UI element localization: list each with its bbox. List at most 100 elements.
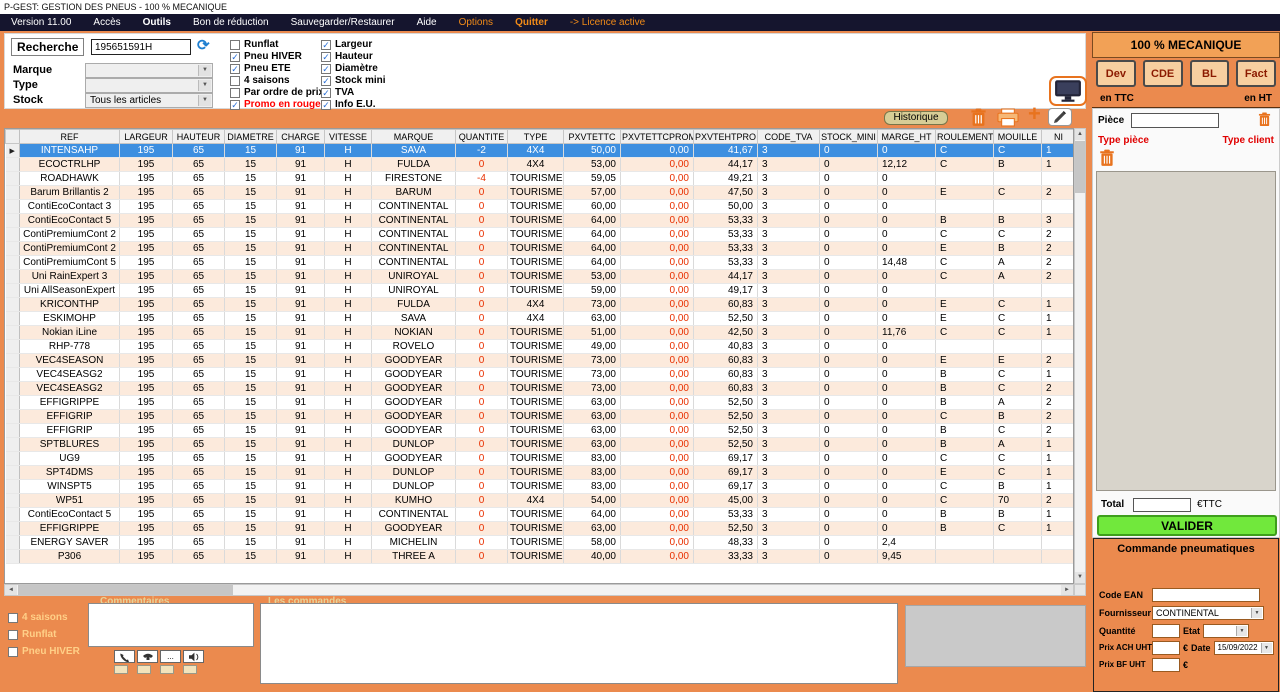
phone-value-input-2[interactable]	[137, 665, 151, 674]
grid-row[interactable]: EFFIGRIPPE195651591HGOODYEAR0TOURISMES63…	[6, 396, 1075, 410]
lines-trash-icon[interactable]	[1099, 149, 1115, 170]
speaker-icon[interactable]	[183, 650, 204, 663]
piece-trash-icon[interactable]	[1258, 112, 1271, 130]
grid-row[interactable]: EFFIGRIP195651591HGOODYEAR0TOURISMES63,0…	[6, 410, 1075, 424]
grid-row[interactable]: P306195651591HTHREE A0TOURISMES40,000,00…	[6, 550, 1075, 564]
phone-value-input-3[interactable]	[160, 665, 174, 674]
grid-column-header-marque[interactable]: MARQUE	[372, 130, 456, 144]
grid-column-header-stock-mini[interactable]: STOCK_MINI	[820, 130, 878, 144]
etat-select[interactable]: ▼	[1203, 624, 1249, 638]
piece-input[interactable]	[1131, 113, 1219, 128]
vertical-scrollbar[interactable]: ▲ ▼	[1074, 128, 1086, 584]
phone-handset-icon[interactable]	[114, 650, 135, 663]
grid-row[interactable]: RHP-778195651591HROVELO0TOURISMES49,000,…	[6, 340, 1075, 354]
scroll-up-button[interactable]: ▲	[1075, 129, 1085, 140]
grid-column-header-charge[interactable]: CHARGE	[277, 130, 325, 144]
menu-item-options[interactable]: Options	[448, 17, 504, 28]
edit-pencil-icon[interactable]	[1048, 108, 1072, 126]
prix-ach-input[interactable]	[1152, 641, 1180, 655]
grid-row[interactable]: ContiEcoContact 5195651591HCONTINENTAL0T…	[6, 508, 1075, 522]
grid-row[interactable]: UG9195651591HGOODYEAR0TOURISMES83,000,00…	[6, 452, 1075, 466]
grid-row[interactable]: EFFIGRIP195651591HGOODYEAR0TOURISMES63,0…	[6, 424, 1075, 438]
grid-row[interactable]: WINSPT5195651591HDUNLOP0TOURISMES83,000,…	[6, 480, 1075, 494]
type-select[interactable]: ▼	[85, 78, 213, 93]
fact-button[interactable]: Fact	[1236, 60, 1276, 87]
grid-row[interactable]: Uni AllSeasonExpert195651591HUNIROYAL0TO…	[6, 284, 1075, 298]
grid-row[interactable]: KRICONTHP195651591HFULDA04X473,000,0060,…	[6, 298, 1075, 312]
menu-item-version-11-00[interactable]: Version 11.00	[0, 17, 82, 28]
grid-row[interactable]: ROADHAWK195651591HFIRESTONE-4TOURISMES59…	[6, 172, 1075, 186]
checkbox-promo-en-rouge[interactable]: ✓Promo en rouge	[230, 99, 324, 110]
scroll-left-button[interactable]: ◄	[5, 585, 17, 595]
grid-row[interactable]: ContiEcoContact 3195651591HCONTINENTAL0T…	[6, 200, 1075, 214]
grid-row[interactable]: EFFIGRIPPE195651591HGOODYEAR0TOURISMES63…	[6, 522, 1075, 536]
code-ean-input[interactable]	[1152, 588, 1260, 602]
checkbox-diam-tre[interactable]: ✓Diamètre	[321, 63, 386, 74]
search-input[interactable]	[91, 39, 191, 55]
grid-row[interactable]: ▶INTENSAHP195651591HSAVA-24X450,000,0041…	[6, 144, 1075, 158]
checkbox-tva[interactable]: ✓TVA	[321, 87, 386, 98]
grid-column-header-roulement[interactable]: ROULEMENT	[936, 130, 994, 144]
grid-column-header-quantite[interactable]: QUANTITE	[456, 130, 508, 144]
menu-item-sauvegarder-restaurer[interactable]: Sauvegarder/Restaurer	[280, 17, 406, 28]
phone-ring-icon[interactable]	[137, 650, 158, 663]
grid-row[interactable]: ECOCTRLHP195651591HFULDA04X453,000,0044,…	[6, 158, 1075, 172]
commandes-box[interactable]	[260, 603, 898, 684]
grid-column-header-pxvtettcpromo[interactable]: PXVTETTCPROMO	[621, 130, 694, 144]
refresh-icon[interactable]: ⟳	[197, 36, 210, 54]
grid-row[interactable]: ENERGY SAVER195651591HMICHELIN0TOURISMES…	[6, 536, 1075, 550]
grid-column-header-hauteur[interactable]: HAUTEUR	[173, 130, 225, 144]
grid-column-header-code-tva[interactable]: CODE_TVA	[758, 130, 820, 144]
grid-column-header-mouille[interactable]: MOUILLE	[994, 130, 1042, 144]
grid-row[interactable]: ContiEcoContact 5195651591HCONTINENTAL0T…	[6, 214, 1075, 228]
menu-item-outils[interactable]: Outils	[132, 17, 182, 28]
historique-button[interactable]: Historique	[884, 111, 948, 125]
add-icon[interactable]: +	[1028, 103, 1041, 125]
stock-select[interactable]: Tous les articles ▼	[85, 93, 213, 108]
checkbox-par-ordre-de-prix[interactable]: Par ordre de prix	[230, 87, 324, 98]
ellipsis-icon[interactable]: ...	[160, 650, 181, 663]
checkbox-runflat[interactable]: Runflat	[8, 629, 80, 640]
vertical-scroll-thumb[interactable]	[1075, 141, 1085, 193]
dev-button[interactable]: Dev	[1096, 60, 1136, 87]
grid-column-header-pxvtettc[interactable]: PXVTETTC	[564, 130, 621, 144]
grid-row[interactable]: ContiPremiumCont 5195651591HCONTINENTAL0…	[6, 256, 1075, 270]
menu-item-quitter[interactable]: Quitter	[504, 17, 559, 28]
menu-item-bon-de-r-duction[interactable]: Bon de réduction	[182, 17, 280, 28]
grid-row[interactable]: Nokian iLine195651591HNOKIAN0TOURISMES51…	[6, 326, 1075, 340]
checkbox-runflat[interactable]: Runflat	[230, 39, 324, 50]
checkbox-info-e-u[interactable]: ✓Info E.U.	[321, 99, 386, 110]
grid-column-header-type[interactable]: TYPE	[508, 130, 564, 144]
grid-column-header-ref[interactable]: REF	[20, 130, 120, 144]
marque-select[interactable]: ▼	[85, 63, 213, 78]
checkbox-hauteur[interactable]: ✓Hauteur	[321, 51, 386, 62]
date-select[interactable]: 15/09/2022 ▼	[1214, 641, 1274, 655]
grid-row[interactable]: VEC4SEASG2195651591HGOODYEAR0TOURISMES73…	[6, 368, 1075, 382]
grid-row[interactable]: WP51195651591HKUMHO04X454,000,0045,00300…	[6, 494, 1075, 508]
horizontal-scroll-thumb[interactable]	[18, 585, 233, 595]
menu-item-acc-s[interactable]: Accès	[82, 17, 131, 28]
phone-value-input-1[interactable]	[114, 665, 128, 674]
total-input[interactable]	[1133, 498, 1191, 512]
grid-row[interactable]: Uni RainExpert 3195651591HUNIROYAL0TOURI…	[6, 270, 1075, 284]
checkbox-4-saisons[interactable]: 4 saisons	[8, 612, 80, 623]
quantite-input[interactable]	[1152, 624, 1180, 638]
monitor-button[interactable]	[1049, 76, 1087, 106]
grid-row[interactable]: ESKIMOHP195651591HSAVA04X463,000,0052,50…	[6, 312, 1075, 326]
checkbox-largeur[interactable]: ✓Largeur	[321, 39, 386, 50]
trash-icon[interactable]	[970, 108, 987, 130]
grid-column-header-diametre[interactable]: DIAMETRE	[225, 130, 277, 144]
grid-row[interactable]: VEC4SEASON195651591HGOODYEAR0TOURISMES73…	[6, 354, 1075, 368]
bl-button[interactable]: BL	[1190, 60, 1230, 87]
grid-column-header-pxvtehtpro[interactable]: PXVTEHTPRO	[694, 130, 758, 144]
grid-row[interactable]: VEC4SEASG2195651591HGOODYEAR0TOURISMES73…	[6, 382, 1075, 396]
checkbox-pneu-ete[interactable]: ✓Pneu ETE	[230, 63, 324, 74]
printer-icon[interactable]	[996, 108, 1020, 130]
order-lines-list[interactable]	[1096, 171, 1276, 491]
grid-row[interactable]: SPT4DMS195651591HDUNLOP0TOURISMES83,000,…	[6, 466, 1075, 480]
scroll-right-button[interactable]: ►	[1061, 585, 1073, 595]
menu-item-aide[interactable]: Aide	[406, 17, 448, 28]
checkbox-stock-mini[interactable]: ✓Stock mini	[321, 75, 386, 86]
checkbox-pneu-hiver[interactable]: Pneu HIVER	[8, 646, 80, 657]
checkbox-4-saisons[interactable]: 4 saisons	[230, 75, 324, 86]
